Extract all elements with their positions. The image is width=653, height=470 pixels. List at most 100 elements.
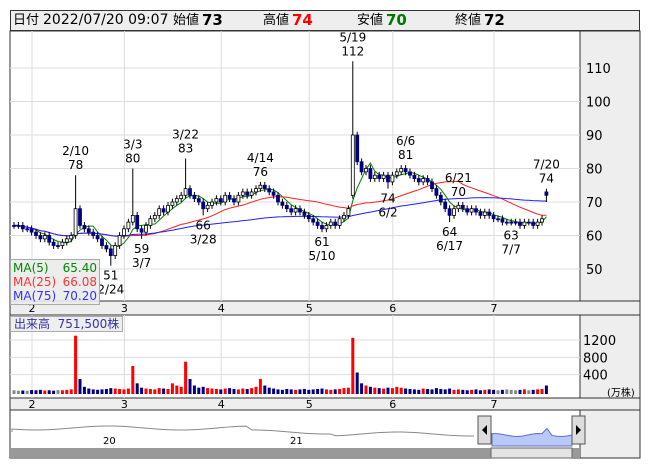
- candle-body: [161, 208, 166, 213]
- volume-bar: [206, 388, 210, 394]
- volume-bar: [175, 385, 179, 394]
- volume-bar: [52, 390, 56, 394]
- price-tick: 80: [586, 163, 603, 178]
- volume-bar: [307, 389, 311, 394]
- volume-bar: [201, 386, 205, 394]
- date-axis-strip-2: [9, 397, 641, 411]
- candle-body: [245, 191, 250, 196]
- volume-bar: [302, 388, 306, 394]
- candle-body: [526, 221, 531, 224]
- volume-bar: [492, 389, 496, 394]
- volume-bar: [430, 389, 434, 394]
- volume-bar: [43, 390, 47, 394]
- volume-bar: [417, 389, 421, 394]
- annotation-date: 3/22: [172, 127, 199, 141]
- annotation-date: 6/17: [436, 239, 463, 253]
- volume-bar: [395, 386, 399, 394]
- candle-body: [276, 194, 280, 203]
- navigator-year: 20: [103, 436, 116, 447]
- candle-body: [108, 248, 113, 256]
- volume-bar: [21, 390, 25, 394]
- candle-body: [390, 174, 395, 183]
- volume-bar: [228, 388, 232, 394]
- candle-body: [478, 211, 483, 216]
- legend-ma5: MA(5) 65.40: [13, 261, 97, 275]
- volume-bar: [254, 386, 258, 394]
- volume-bar: [289, 389, 293, 394]
- volume-bar: [351, 337, 355, 394]
- navigator-year: 21: [290, 436, 303, 447]
- candle-body: [289, 208, 294, 213]
- annotation-value: 63: [504, 228, 519, 242]
- candle-body: [284, 204, 289, 210]
- annotation-date: 5/19: [339, 30, 366, 44]
- candle-body: [157, 208, 162, 216]
- candle-body: [403, 168, 408, 173]
- annotation-value: 80: [125, 152, 140, 166]
- annotation-date: 3/3: [123, 138, 142, 152]
- candle-body: [311, 218, 316, 223]
- annotation-value: 70: [451, 185, 466, 199]
- candle-body: [60, 241, 65, 246]
- candle-body: [82, 225, 87, 230]
- volume-bar: [166, 388, 170, 394]
- volume-bar: [478, 390, 482, 394]
- volume-bar: [338, 388, 342, 394]
- annotation-date: 7/20: [533, 158, 560, 172]
- annotation-value: 64: [442, 225, 457, 239]
- candle-body: [126, 221, 131, 230]
- volume-bar: [74, 335, 78, 394]
- volume-bar: [91, 389, 95, 394]
- volume-bar: [483, 389, 487, 394]
- month-label: 7: [491, 302, 498, 315]
- candle-body: [218, 198, 223, 203]
- candle-body: [487, 211, 492, 216]
- volume-bar: [355, 372, 359, 394]
- candle-body: [104, 245, 109, 250]
- volume-bar: [118, 388, 122, 394]
- candle-body: [179, 194, 184, 200]
- candle-body: [113, 245, 118, 257]
- candle-body: [64, 238, 69, 243]
- annotation-value: 61: [314, 235, 329, 249]
- candle-body: [359, 161, 364, 173]
- ma-legend: MA(5) 65.40 MA(25) 66.08 MA(75) 70.20: [10, 259, 100, 305]
- candle-body: [271, 191, 276, 196]
- candle-body: [73, 208, 78, 236]
- candle-body: [416, 178, 421, 183]
- scrollbar-thumb[interactable]: [490, 447, 573, 459]
- candle-body: [201, 201, 206, 210]
- annotation-date: 3/7: [132, 256, 151, 270]
- candle-body: [535, 221, 540, 226]
- candle-body: [460, 204, 465, 210]
- candle-body: [342, 214, 346, 220]
- candle-body: [425, 178, 430, 183]
- volume-bar: [30, 390, 34, 394]
- volume-bar: [518, 389, 522, 394]
- candle-body: [122, 228, 126, 236]
- volume-bar: [122, 389, 126, 394]
- candle-body: [139, 228, 144, 233]
- annotation-value: 74: [380, 192, 395, 206]
- candle-body: [540, 218, 544, 223]
- price-tick: 90: [586, 129, 603, 144]
- candle-body: [544, 191, 549, 196]
- annotation-value: 83: [178, 141, 193, 155]
- candle-body: [42, 235, 47, 240]
- volume-bar: [540, 388, 544, 394]
- chart-canvas[interactable]: 11010090807060501200800400(万株)2233445566…: [0, 0, 653, 470]
- volume-bar: [514, 390, 518, 394]
- volume-tick: 800: [583, 351, 608, 366]
- volume-bar: [412, 389, 416, 394]
- volume-bar: [214, 388, 218, 394]
- volume-bar: [522, 389, 526, 394]
- volume-bar: [170, 383, 174, 394]
- volume-bar: [487, 389, 491, 394]
- volume-bar: [65, 389, 69, 394]
- candle-body: [315, 221, 320, 226]
- volume-bar: [267, 387, 271, 394]
- candle-body: [78, 208, 82, 226]
- month-label: 7: [491, 398, 498, 411]
- candle-body: [174, 198, 179, 203]
- volume-bar: [157, 388, 161, 394]
